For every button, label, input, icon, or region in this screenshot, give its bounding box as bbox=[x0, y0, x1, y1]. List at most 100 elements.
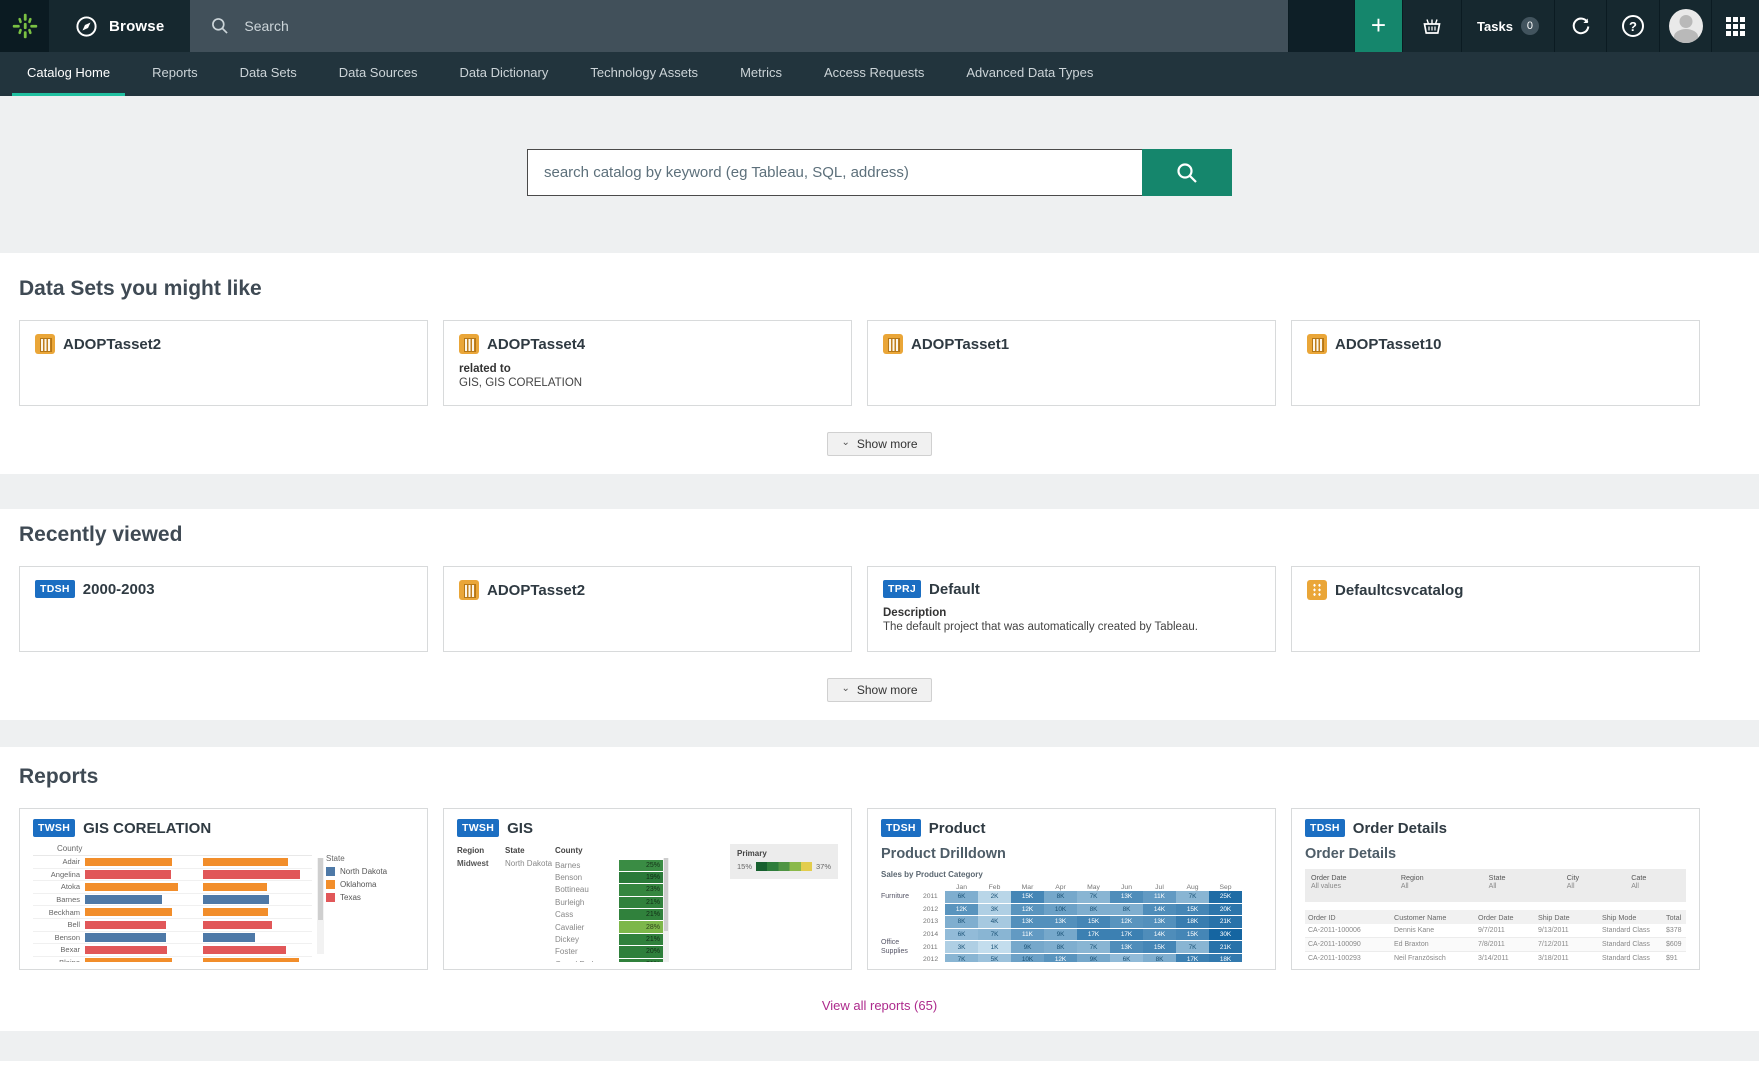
county-label: Dickey bbox=[555, 935, 619, 944]
top-search-input[interactable]: Search bbox=[190, 0, 1288, 52]
legend-gradient bbox=[756, 862, 812, 871]
help-button[interactable]: ? bbox=[1606, 0, 1659, 52]
legend-label: Oklahoma bbox=[340, 880, 376, 889]
heatmap-data-row: 201212K3K12K10K8K8K14K15K20K bbox=[881, 904, 1262, 916]
bar-chart-row: Barnes bbox=[33, 894, 312, 907]
dataset-card[interactable]: ADOPTasset1 bbox=[867, 320, 1276, 406]
recent-cards: TDSH 2000-2003 ADOPTasset2 TPRJ Default … bbox=[19, 566, 1700, 652]
catalog-search-button[interactable] bbox=[1142, 149, 1232, 196]
tasks-button[interactable]: Tasks 0 bbox=[1461, 0, 1554, 52]
heatmap-cell: 1K bbox=[978, 941, 1011, 953]
legend-max: 37% bbox=[816, 862, 831, 871]
plus-icon: + bbox=[1371, 12, 1386, 38]
thumbnail-subtitle: Sales by Product Category bbox=[881, 870, 1262, 879]
filter-column[interactable]: CateAll bbox=[1631, 873, 1680, 890]
bar-panel bbox=[203, 856, 312, 868]
report-thumbnail-bar-chart: County AdairAngelinaAtokaBarnesBeckhamBe… bbox=[33, 844, 414, 962]
dataset-table-icon bbox=[35, 334, 55, 354]
tab-reports[interactable]: Reports bbox=[137, 52, 213, 96]
dataset-card[interactable]: ADOPTasset2 bbox=[19, 320, 428, 406]
recent-card[interactable]: TPRJ Default Description The default pro… bbox=[867, 566, 1276, 652]
recent-card[interactable]: Defaultcsvcatalog bbox=[1291, 566, 1700, 652]
heatmap-cell: 21K bbox=[1209, 941, 1242, 953]
tab-advanced-data-types[interactable]: Advanced Data Types bbox=[951, 52, 1108, 96]
show-more-recent-button[interactable]: ⌄ Show more bbox=[827, 678, 931, 702]
heatmap-cell: 13K bbox=[1143, 916, 1176, 928]
filter-column[interactable]: RegionAll bbox=[1401, 873, 1489, 890]
apps-grid-button[interactable] bbox=[1711, 0, 1759, 52]
compose-button[interactable]: + bbox=[1354, 0, 1402, 52]
browse-button[interactable]: Browse bbox=[49, 0, 190, 52]
heatmap-cell: 18K bbox=[1209, 954, 1242, 962]
tasks-label: Tasks bbox=[1477, 19, 1513, 34]
catalog-nav: Catalog Home Reports Data Sets Data Sour… bbox=[0, 52, 1759, 96]
heatmap-cell: 17K bbox=[1110, 929, 1143, 941]
table-cell: Neil Französisch bbox=[1391, 952, 1475, 962]
spacer bbox=[881, 884, 923, 891]
basket-button[interactable] bbox=[1402, 0, 1461, 52]
heatmap-cell: 6K bbox=[945, 891, 978, 903]
category-label: Furniture bbox=[881, 892, 923, 901]
chart-row-header: County bbox=[33, 844, 312, 853]
legend-swatch bbox=[326, 893, 335, 902]
view-all-reports-link[interactable]: View all reports (65) bbox=[822, 998, 937, 1013]
recent-card[interactable]: TDSH 2000-2003 bbox=[19, 566, 428, 652]
app-logo[interactable] bbox=[0, 0, 49, 52]
top-bar: Browse Search + Tasks 0 ? bbox=[0, 0, 1759, 52]
table-row: CA-2011-100006Dennis Kane9/7/20119/13/20… bbox=[1305, 924, 1686, 938]
filter-value: All values bbox=[1311, 883, 1401, 890]
month-header: Jul bbox=[1143, 884, 1176, 891]
year-label: 2014 bbox=[923, 931, 945, 938]
sync-button[interactable] bbox=[1554, 0, 1606, 52]
heatmap-data-row: Office Supplies20113K1K9K8K7K13K15K7K21K bbox=[881, 941, 1262, 953]
bar-panel bbox=[85, 856, 194, 868]
tab-metrics[interactable]: Metrics bbox=[725, 52, 797, 96]
filter-label: Order Date bbox=[1311, 873, 1401, 882]
heatmap-cell: 15K bbox=[1176, 904, 1209, 916]
heatmap-row: Cass21% bbox=[555, 909, 663, 921]
heatmap-cell: 8K bbox=[1077, 904, 1110, 916]
report-title: GIS CORELATION bbox=[83, 820, 211, 837]
tab-data-sets[interactable]: Data Sets bbox=[225, 52, 312, 96]
column-header: County bbox=[555, 846, 619, 855]
heatmap-cell: 2K bbox=[978, 891, 1011, 903]
report-card[interactable]: TWSH GIS CORELATION County AdairAngelina… bbox=[19, 808, 428, 970]
report-card[interactable]: TDSH Order Details Order Details Order D… bbox=[1291, 808, 1700, 970]
description-value: The default project that was automatical… bbox=[883, 621, 1260, 633]
bar-chart-row: Blaine bbox=[33, 957, 312, 962]
tab-access-requests[interactable]: Access Requests bbox=[809, 52, 939, 96]
recent-card[interactable]: ADOPTasset2 bbox=[443, 566, 852, 652]
report-thumbnail-product: Product Drilldown Sales by Product Categ… bbox=[881, 844, 1262, 962]
filter-column[interactable]: StateAll bbox=[1489, 873, 1567, 890]
bar-row-label: Beckham bbox=[33, 908, 85, 917]
hero-search-area bbox=[0, 96, 1759, 253]
bar bbox=[203, 946, 286, 955]
heatmap-cell: 15K bbox=[1176, 929, 1209, 941]
table-row: CA-2011-100293Neil Französisch3/14/20113… bbox=[1305, 952, 1686, 962]
user-menu-button[interactable] bbox=[1659, 0, 1711, 52]
thumbnail-title: Product Drilldown bbox=[881, 846, 1262, 862]
legend-title: State bbox=[326, 854, 414, 863]
report-card[interactable]: TWSH GIS Region Midwest State North Dako… bbox=[443, 808, 852, 970]
show-more-datasets-button[interactable]: ⌄ Show more bbox=[827, 432, 931, 456]
filter-value: All bbox=[1631, 883, 1680, 890]
related-to-value: GIS, GIS CORELATION bbox=[459, 377, 836, 389]
catalog-search-input[interactable] bbox=[527, 149, 1142, 196]
filter-column[interactable]: CityAll bbox=[1567, 873, 1631, 890]
dataset-card[interactable]: ADOPTasset4 related to GIS, GIS CORELATI… bbox=[443, 320, 852, 406]
bar bbox=[203, 958, 299, 962]
tab-catalog-home[interactable]: Catalog Home bbox=[12, 52, 125, 96]
heatmap-row: Grand Forks21% bbox=[555, 958, 663, 962]
report-card[interactable]: TDSH Product Product Drilldown Sales by … bbox=[867, 808, 1276, 970]
bar-row-label: Benson bbox=[33, 933, 85, 942]
bar-panel bbox=[85, 894, 194, 906]
tab-technology-assets[interactable]: Technology Assets bbox=[575, 52, 713, 96]
heatmap-header-row: JanFebMarAprMayJunJulAugSep bbox=[881, 884, 1262, 891]
filter-column[interactable]: Order DateAll values bbox=[1311, 873, 1401, 890]
heatmap-cell: 14K bbox=[1143, 929, 1176, 941]
table-cell: Dennis Kane bbox=[1391, 924, 1475, 937]
tab-data-dictionary[interactable]: Data Dictionary bbox=[445, 52, 564, 96]
dataset-card[interactable]: ADOPTasset10 bbox=[1291, 320, 1700, 406]
tab-data-sources[interactable]: Data Sources bbox=[324, 52, 433, 96]
legend-item: North Dakota bbox=[326, 867, 414, 876]
